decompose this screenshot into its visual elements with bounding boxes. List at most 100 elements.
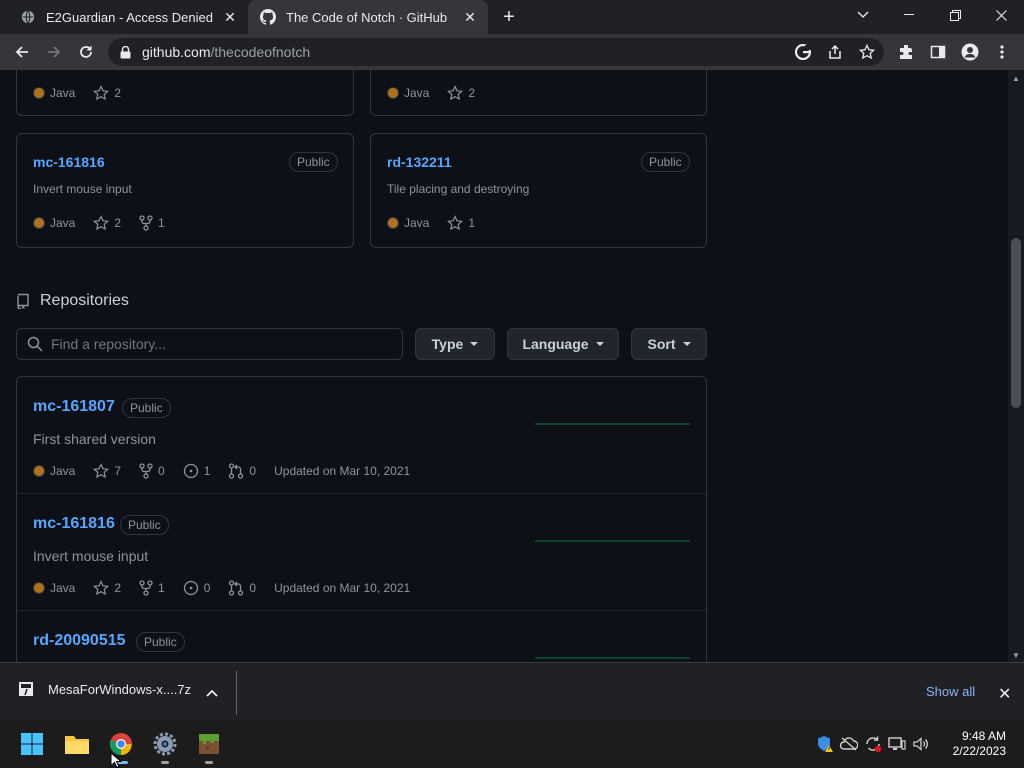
show-all-downloads-link[interactable]: Show all	[926, 684, 975, 699]
repo-name-link[interactable]: mc-161807	[33, 398, 115, 416]
fork-count: 1	[158, 216, 165, 230]
language-label: Java	[50, 216, 76, 230]
issues-link[interactable]: 1	[183, 463, 210, 479]
chevron-up-icon[interactable]	[206, 684, 218, 702]
java-language-dot	[387, 87, 399, 99]
minecraft-icon[interactable]	[193, 728, 225, 764]
github-icon	[260, 9, 276, 25]
tab-close-icon[interactable]: ✕	[462, 9, 478, 25]
extensions-icon[interactable]	[894, 40, 918, 64]
activity-sparkline	[535, 423, 690, 425]
stars-link[interactable]: 1	[447, 215, 475, 231]
pull-requests-link[interactable]: 0	[228, 580, 256, 596]
page-scrollbar[interactable]: ▲ ▼	[1008, 70, 1024, 662]
sync-icon[interactable]	[864, 734, 882, 754]
issues-link[interactable]: 0	[183, 580, 210, 596]
pull-request-icon	[229, 580, 244, 596]
visibility-badge: Public	[641, 152, 690, 172]
sort-button[interactable]: Sort	[631, 328, 707, 360]
star-icon	[93, 215, 110, 231]
pinned-repo-card[interactable]: Java 2	[370, 70, 707, 116]
settings-gear-icon[interactable]	[149, 728, 181, 764]
repo-description: Tile placing and destroying	[387, 182, 530, 196]
back-icon[interactable]	[10, 40, 34, 64]
omnibox-actions	[794, 42, 876, 62]
java-language-dot	[33, 582, 45, 594]
find-repository-input[interactable]	[51, 336, 371, 352]
stars-link[interactable]: 2	[93, 580, 121, 596]
repo-name-link[interactable]: mc-161816	[33, 154, 105, 170]
scrollbar-thumb[interactable]	[1011, 238, 1021, 408]
tab-title: E2Guardian - Access Denied	[46, 9, 213, 25]
type-filter-button[interactable]: Type	[415, 328, 495, 360]
language-label: Java	[404, 216, 430, 230]
scroll-up-arrow-icon[interactable]: ▲	[1012, 74, 1020, 83]
tab-search-icon[interactable]	[840, 0, 886, 30]
fork-icon	[139, 580, 153, 596]
scroll-down-arrow-icon[interactable]: ▼	[1012, 651, 1020, 660]
repo-name-link[interactable]: rd-132211	[387, 154, 452, 170]
url-host: github.com	[142, 44, 211, 60]
star-icon	[93, 85, 110, 101]
minimize-icon[interactable]	[886, 0, 932, 30]
tab-github[interactable]: The Code of Notch · GitHub ✕	[248, 0, 488, 34]
window-controls	[840, 0, 1024, 34]
side-panel-icon[interactable]	[926, 40, 950, 64]
file-explorer-icon[interactable]	[61, 728, 93, 760]
download-item[interactable]: MesaForWindows-x....7z	[18, 681, 191, 697]
close-download-shelf-icon[interactable]: ✕	[998, 684, 1011, 704]
activity-sparkline	[535, 657, 690, 659]
pinned-repo-card[interactable]: Java 2	[16, 70, 354, 116]
tab-close-icon[interactable]: ✕	[222, 9, 238, 25]
language-filter-button[interactable]: Language	[507, 328, 619, 360]
star-count: 2	[114, 581, 122, 595]
security-warning-icon[interactable]	[816, 734, 834, 754]
address-bar[interactable]: github.com/thecodeofnotch	[108, 38, 884, 66]
forward-icon[interactable]	[42, 40, 66, 64]
onedrive-offline-icon[interactable]	[840, 734, 858, 754]
restore-icon[interactable]	[932, 0, 978, 30]
mouse-cursor-icon	[110, 752, 122, 768]
visibility-badge: Public	[289, 152, 338, 172]
bookmark-star-icon[interactable]	[858, 42, 876, 62]
lock-icon[interactable]	[120, 45, 134, 59]
taskbar-clock[interactable]: 9:48 AM 2/22/2023	[944, 729, 1006, 759]
reload-icon[interactable]	[74, 40, 98, 64]
forks-link[interactable]: 1	[139, 215, 165, 231]
share-icon[interactable]	[826, 42, 844, 62]
windows-start-icon[interactable]	[16, 728, 48, 760]
updated-date: Updated on Mar 10, 2021	[274, 464, 411, 478]
volume-icon[interactable]	[912, 734, 930, 754]
google-icon[interactable]	[794, 42, 812, 62]
fork-icon	[139, 215, 153, 231]
forks-link[interactable]: 0	[139, 463, 165, 479]
repo-name-link[interactable]: mc-161816	[33, 515, 115, 533]
stars-link[interactable]: 2	[93, 215, 121, 231]
pinned-repo-card[interactable]: rd-132211 Public Tile placing and destro…	[370, 133, 707, 248]
repo-list-item: mc-161816 Public Invert mouse input Java…	[17, 494, 706, 611]
system-tray	[816, 734, 930, 754]
tab-e2guardian[interactable]: E2Guardian - Access Denied ✕	[8, 0, 248, 34]
new-tab-button[interactable]: +	[498, 7, 520, 29]
updated-date: Updated on Mar 10, 2021	[274, 581, 411, 595]
repo-name-link[interactable]: rd-20090515	[33, 632, 126, 650]
menu-kebab-icon[interactable]	[990, 40, 1014, 64]
close-window-icon[interactable]	[978, 0, 1024, 30]
star-count: 2	[114, 86, 122, 100]
find-repository-box	[16, 328, 403, 360]
network-icon[interactable]	[888, 734, 906, 754]
star-count: 7	[114, 464, 122, 478]
stars-link[interactable]: 2	[447, 85, 475, 101]
pinned-repo-card[interactable]: mc-161816 Public Invert mouse input Java…	[16, 133, 354, 248]
star-count: 2	[114, 216, 122, 230]
forks-link[interactable]: 1	[139, 580, 165, 596]
repo-list-item: mc-161807 Public First shared version Ja…	[17, 377, 706, 494]
repo-meta: Java 2	[33, 85, 139, 101]
pull-requests-link[interactable]: 0	[228, 463, 256, 479]
repo-description: Invert mouse input	[33, 548, 149, 564]
profile-icon[interactable]	[958, 40, 982, 64]
search-icon	[27, 336, 43, 352]
stars-link[interactable]: 7	[93, 463, 121, 479]
repo-meta: Java 7 0 1 0 Updated on Mar 10, 2021	[33, 463, 428, 479]
stars-link[interactable]: 2	[93, 85, 121, 101]
